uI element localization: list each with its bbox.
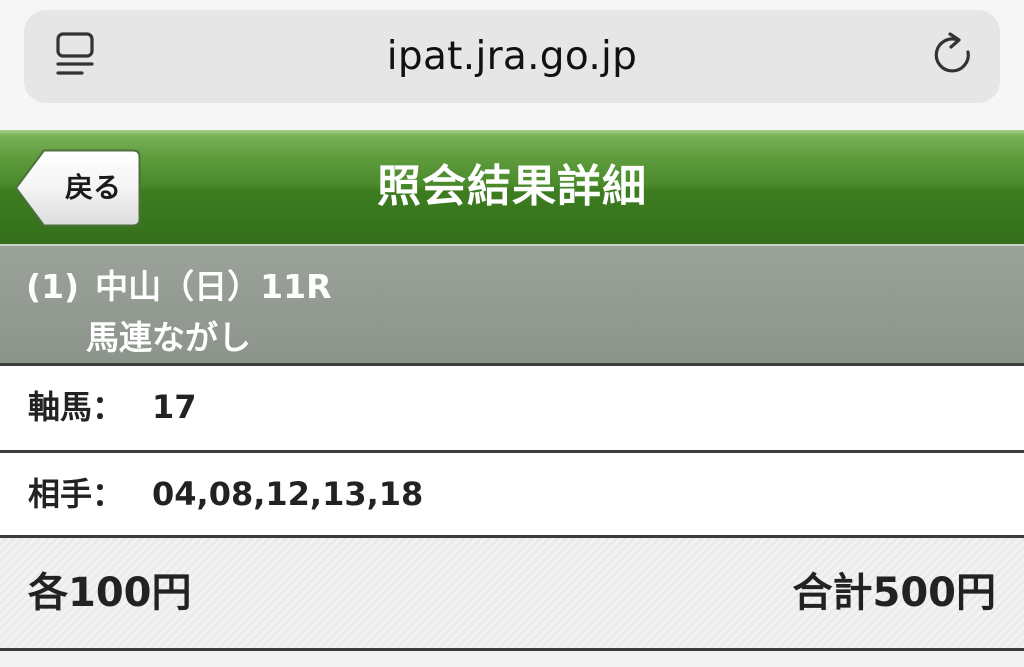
race-venue: 中山（日）11R [95,267,332,306]
partner-horse-row: 相手： 04,08,12,13,18 [0,453,1024,538]
partner-horse-label: 相手： [28,475,125,513]
reload-icon[interactable] [928,30,976,80]
page-title: 照会結果詳細 [377,161,647,212]
reader-mode-icon[interactable] [52,30,100,80]
browser-toolbar: ipat.jra.go.jp [0,0,1024,130]
bottom-divider [0,651,1024,667]
amount-row: 各100円 合計500円 [0,538,1024,651]
partner-horse-value: 04,08,12,13,18 [152,475,424,513]
axis-horse-value: 17 [152,388,197,426]
race-number: (1) [26,267,80,306]
unit-price: 各100円 [28,570,192,616]
axis-horse-label: 軸馬： [28,388,125,426]
race-info: (1) 中山（日）11R 馬連ながし [0,246,1024,366]
address-bar[interactable]: ipat.jra.go.jp [24,10,1000,103]
axis-horse-row: 軸馬： 17 [0,366,1024,453]
url-text[interactable]: ipat.jra.go.jp [24,10,1000,103]
bet-type: 馬連ながし [86,318,251,357]
back-button-label: 戻る [64,171,121,204]
total-price: 合計500円 [792,570,997,616]
header-bar: 照会結果詳細 戻る [0,130,1024,246]
race-title: (1) 中山（日）11R [26,260,331,308]
back-button[interactable]: 戻る [14,149,141,227]
